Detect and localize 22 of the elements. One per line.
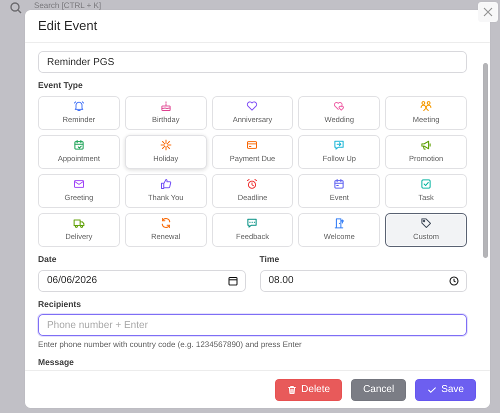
modal-title: Edit Event bbox=[38, 17, 98, 36]
title-field[interactable]: Reminder PGS bbox=[38, 51, 467, 73]
field-label: Message bbox=[38, 356, 75, 369]
clock-icon bbox=[449, 276, 459, 286]
save-button[interactable]: Save bbox=[415, 378, 476, 400]
calendar-icon bbox=[228, 276, 238, 286]
recipients-field[interactable]: Phone number + Enter bbox=[38, 314, 467, 336]
close-button[interactable] bbox=[478, 2, 498, 22]
field-label: Recipients bbox=[38, 298, 82, 310]
delete-button[interactable]: Delete bbox=[275, 378, 342, 400]
date-field[interactable]: 06/06/2026 bbox=[38, 270, 246, 292]
field-label: Date bbox=[38, 252, 58, 266]
field-label: Event Type bbox=[38, 79, 84, 92]
close-icon bbox=[483, 7, 493, 17]
cancel-button[interactable]: Cancel bbox=[351, 378, 406, 400]
scrollbar-thumb[interactable] bbox=[483, 63, 488, 258]
trash-icon bbox=[287, 384, 298, 394]
help-text: Enter phone number with country code (e.g. 1234567890) and press Enter bbox=[38, 339, 303, 352]
time-field[interactable]: 08.00 bbox=[260, 270, 467, 292]
check-icon bbox=[427, 384, 438, 394]
field-label: Time bbox=[260, 252, 280, 266]
search-icon bbox=[10, 2, 22, 14]
